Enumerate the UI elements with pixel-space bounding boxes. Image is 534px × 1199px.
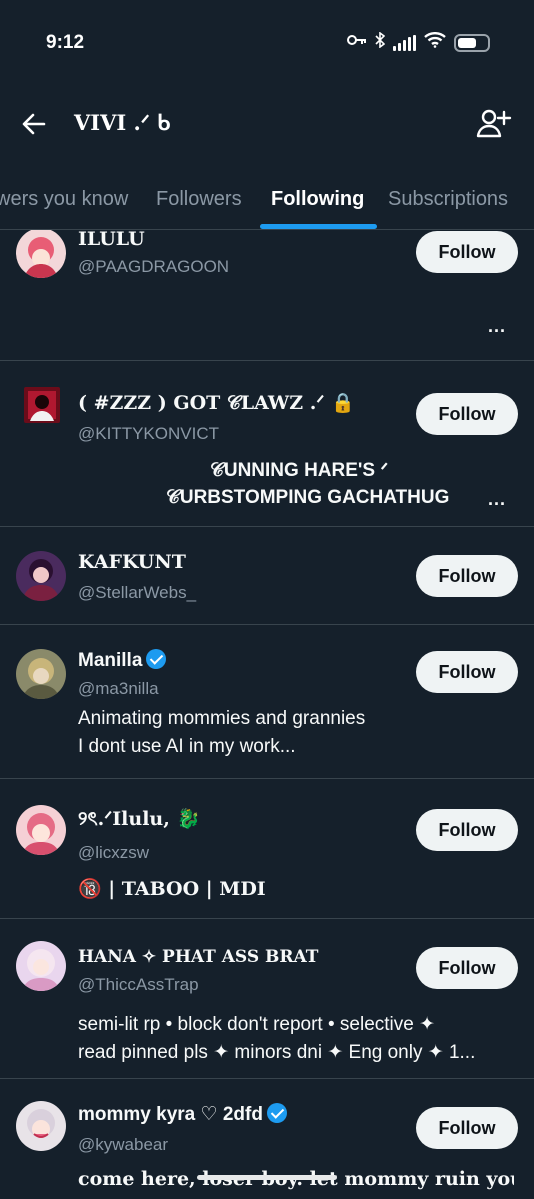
user-handle: @StellarWebs_ [78, 583, 197, 602]
key-icon [347, 33, 367, 53]
user-bio: 🔞 | TABOO | MDI [78, 878, 266, 900]
follow-button[interactable]: Follow [416, 555, 518, 597]
avatar[interactable] [16, 649, 66, 699]
tab-subscriptions[interactable]: Subscriptions [388, 188, 508, 211]
follow-button[interactable]: Follow [416, 1107, 518, 1149]
user-name: KAFKUNT [78, 551, 186, 573]
list-item[interactable]: ୨ৎ.ᐟIlulu, 🐉 @licxzsw Follow 🔞 | TABOO |… [0, 779, 534, 919]
user-name: ୨ৎ.ᐟIlulu, 🐉 [78, 808, 201, 830]
more-text[interactable]: ... [488, 316, 506, 337]
user-bio: semi-lit rp • block don't report • selec… [78, 1014, 436, 1035]
signal-icon [393, 35, 416, 51]
list-item[interactable]: ILULU @PAAGDRAGOON Follow ... [0, 230, 534, 361]
more-text[interactable]: ... [488, 489, 506, 510]
avatar[interactable] [16, 1101, 66, 1151]
avatar[interactable] [16, 805, 66, 855]
user-bio: read pinned pls ✦ minors dni ✦ Eng only … [78, 1042, 476, 1063]
list-item[interactable]: KAFKUNT @StellarWebs_ Follow [0, 527, 534, 625]
follow-button[interactable]: Follow [416, 231, 518, 273]
user-name: Manilla [78, 649, 167, 672]
status-bar: 9:12 [0, 0, 534, 90]
home-indicator[interactable] [197, 1175, 337, 1180]
user-bio: 𝒞UNNING HARE'S ᐟ [210, 460, 389, 481]
avatar[interactable] [16, 941, 66, 991]
tab-followers-you-know[interactable]: wers you know [0, 188, 128, 211]
list-item[interactable]: ( #ZZZ ) GOT 𝒞LAWZ .ᐟ 🔒 @KITTYKONVICT Fo… [0, 361, 534, 527]
user-bio: Animating mommies and grannies [78, 708, 366, 729]
back-arrow-icon [22, 113, 46, 135]
following-list: ILULU @PAAGDRAGOON Follow ... ( #ZZZ ) G… [0, 230, 534, 1199]
user-name-text: Manilla [78, 650, 143, 671]
verified-badge-icon [146, 649, 167, 669]
user-handle: @kywabear [78, 1135, 169, 1154]
wifi-icon [424, 32, 446, 54]
profile-header: VIVI .ᐟ ᑲ [0, 90, 534, 170]
tab-following[interactable]: Following [271, 188, 364, 211]
follow-button[interactable]: Follow [416, 393, 518, 435]
user-name: mommy kyra ♡ 2dfd [78, 1103, 287, 1126]
active-tab-indicator [260, 224, 377, 229]
user-name-text: mommy kyra ♡ 2dfd [78, 1104, 263, 1125]
status-time: 9:12 [46, 32, 85, 53]
follow-button[interactable]: Follow [416, 651, 518, 693]
user-bio: 𝒞URBSTOMPING GACHATHUG [166, 487, 450, 508]
user-name: HANA ✧ PHAT ASS BRAT [78, 947, 319, 967]
user-handle: @KITTYKONVICT [78, 424, 219, 443]
follow-button[interactable]: Follow [416, 947, 518, 989]
list-item[interactable]: HANA ✧ PHAT ASS BRAT @ThiccAssTrap Follo… [0, 919, 534, 1079]
user-name: ILULU [78, 230, 145, 250]
user-handle: @PAAGDRAGOON [78, 257, 230, 276]
user-handle: @ma3nilla [78, 679, 159, 698]
verified-badge-icon [266, 1103, 287, 1123]
status-icons [347, 31, 490, 54]
bluetooth-icon [375, 31, 386, 54]
user-handle: @ThiccAssTrap [78, 975, 199, 994]
avatar[interactable] [16, 551, 66, 601]
tab-bar: wers you know Followers Following Subscr… [0, 170, 534, 230]
avatar[interactable] [16, 230, 66, 278]
user-name: ( #ZZZ ) GOT 𝒞LAWZ .ᐟ 🔒 [78, 392, 355, 414]
follow-button[interactable]: Follow [416, 809, 518, 851]
back-button[interactable] [20, 110, 56, 146]
tab-followers[interactable]: Followers [156, 188, 242, 211]
avatar[interactable] [24, 387, 60, 423]
user-bio: I dont use AI in my work... [78, 736, 296, 757]
list-item[interactable]: mommy kyra ♡ 2dfd @kywabear Follow come … [0, 1079, 534, 1199]
add-person-button[interactable] [476, 106, 516, 146]
user-handle: @licxzsw [78, 843, 150, 862]
profile-name: VIVI .ᐟ ᑲ [74, 110, 171, 135]
list-item[interactable]: Manilla @ma3nilla Follow Animating mommi… [0, 625, 534, 779]
add-person-icon [476, 109, 512, 138]
battery-icon [454, 34, 490, 52]
